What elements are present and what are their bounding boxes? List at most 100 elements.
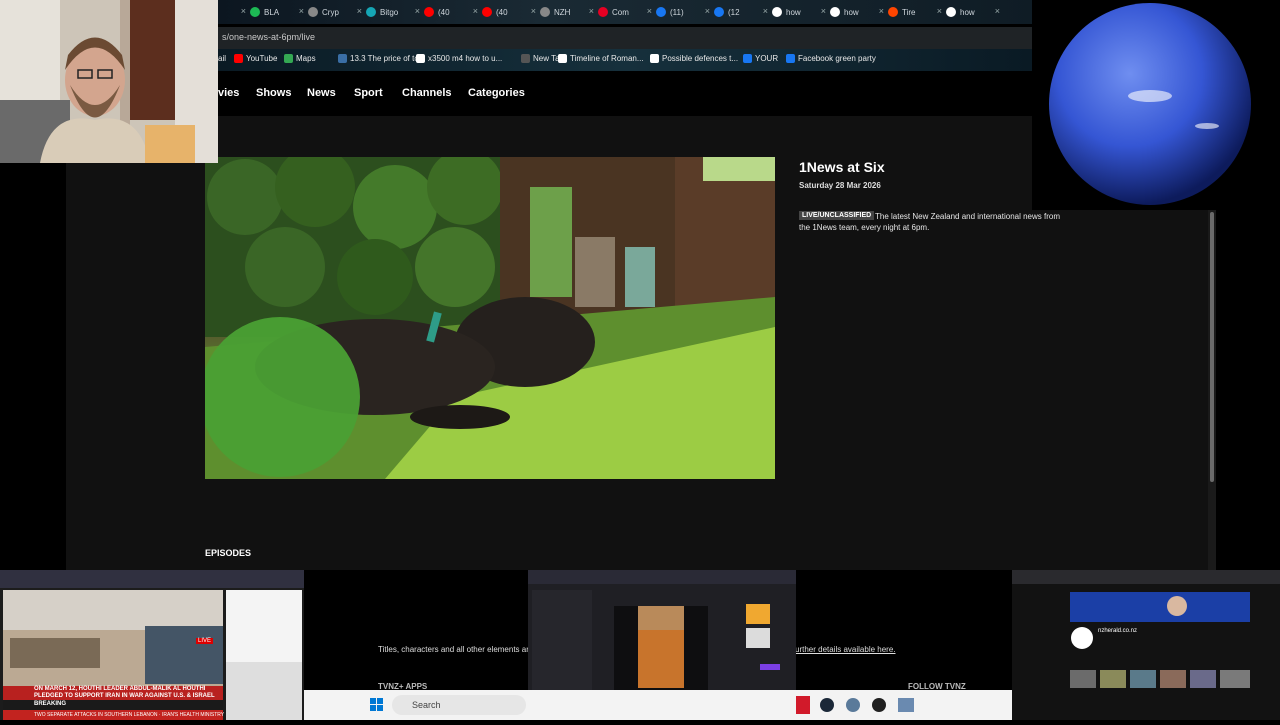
bookmark-item[interactable]: Timeline of Roman... [558, 54, 644, 63]
bookmark-label: ail [218, 54, 227, 63]
bookmark-item[interactable]: x3500 m4 how to u... [416, 54, 502, 63]
k-icon [250, 7, 260, 17]
browser-tab-label: Tire [902, 7, 916, 17]
footer-details-link[interactable]: urther details available here. [795, 645, 896, 654]
close-icon[interactable]: × [357, 6, 362, 16]
browser-tab-label: Com [612, 7, 629, 17]
webcam-overlay [0, 0, 218, 163]
nav-categories[interactable]: Categories [468, 87, 525, 99]
browser-tab-label: how [844, 7, 859, 17]
news-ticker-headline: ON MARCH 12, HOUTHI LEADER ABDUL-MALIK A… [34, 686, 215, 699]
facebook-icon [714, 7, 724, 17]
bookmarks-bar: ail YouTube Maps 13.3 The price of to... x35… [218, 49, 1032, 71]
browser-tab[interactable]: how × [772, 3, 826, 21]
close-icon[interactable]: × [879, 6, 884, 16]
globe-icon [540, 7, 550, 17]
youtube-icon [482, 7, 492, 17]
close-icon[interactable]: × [473, 6, 478, 16]
browser-tab[interactable]: Bitgo × [366, 3, 420, 21]
browser-tab-label: how [786, 7, 801, 17]
neptune-overlay [1032, 0, 1280, 210]
nav-sport[interactable]: Sport [354, 87, 383, 99]
close-icon[interactable]: × [531, 6, 536, 16]
bookmark-item[interactable]: ail [218, 54, 226, 63]
bookmark-item[interactable]: YOUR [743, 54, 778, 63]
bookmark-item[interactable]: Facebook green party [786, 54, 876, 63]
browser-tab[interactable]: Tire × [888, 3, 942, 21]
cl-icon [650, 54, 659, 63]
youtube-icon [234, 54, 243, 63]
gear-icon [308, 7, 318, 17]
close-icon[interactable]: × [415, 6, 420, 16]
address-url[interactable]: s/one-news-at-6pm/live [222, 32, 315, 42]
browser-tab-bar: × BLA × Cryp × Bitgo × (40 × (40 × NZH × Com × (11) × (12… [218, 0, 1032, 24]
scrollbar-thumb[interactable] [1210, 212, 1214, 482]
bookmark-label: Maps [296, 54, 316, 63]
nav-movies[interactable]: vies [218, 87, 239, 99]
bookmark-item[interactable]: 13.3 The price of to... [338, 54, 425, 63]
bookmark-label: Possible defences t... [662, 54, 739, 63]
browser-tab[interactable]: Cryp × [308, 3, 362, 21]
neptune-image [1049, 3, 1251, 205]
browser-tab[interactable]: (11) × [656, 3, 710, 21]
taskbar-search-label[interactable]: Search [412, 700, 441, 710]
taskbar-search[interactable]: Search [392, 695, 526, 715]
nav-shows[interactable]: Shows [256, 87, 291, 99]
browser-tab-label: Bitgo [380, 7, 399, 17]
episodes-heading: EPISODES [205, 548, 252, 558]
google-icon [416, 54, 425, 63]
browser-tab-label: how [960, 7, 975, 17]
site-nav: vies Shows News Sport Channels Categorie… [218, 72, 1032, 116]
close-icon[interactable]: × [763, 6, 768, 16]
google-icon [946, 7, 956, 17]
youtube-icon [424, 7, 434, 17]
browser-tab[interactable]: (40 × [424, 3, 478, 21]
close-icon[interactable]: × [241, 6, 246, 16]
bookmark-label: YouTube [246, 54, 278, 63]
close-icon[interactable]: × [937, 6, 942, 16]
browser-tab[interactable]: how × [830, 3, 884, 21]
nzherald-thumbnail-frame [1012, 570, 1280, 720]
content-area-right [1032, 210, 1208, 570]
s-icon [366, 7, 376, 17]
browser-tab-label: (40 [496, 7, 508, 17]
address-bar[interactable]: s/one-news-at-6pm/live [218, 27, 1032, 49]
browser-tab-label: (40 [438, 7, 450, 17]
browser-tab-label: (11) [670, 7, 684, 17]
bookmark-label: Timeline of Roman... [570, 54, 644, 63]
browser-tab[interactable]: × [218, 3, 246, 21]
close-icon[interactable]: × [589, 6, 594, 16]
maps-icon [284, 54, 293, 63]
browser-tab[interactable]: Com × [598, 3, 652, 21]
nzherald-thumbnail: nzherald.co.nz [1012, 570, 1280, 720]
browser-tab[interactable]: (40 × [482, 3, 536, 21]
browser-tab-label: NZH [554, 7, 571, 17]
close-icon[interactable]: × [995, 6, 1000, 16]
browser-tab[interactable]: (12 × [714, 3, 768, 21]
nav-news[interactable]: News [307, 87, 336, 99]
browser-tab-label: Cryp [322, 7, 339, 17]
bookmark-item[interactable]: YouTube [234, 54, 277, 63]
browser-tab-label: BLA [264, 7, 280, 17]
reddit-icon [888, 7, 898, 17]
nzherald-domain: nzherald.co.nz [1098, 628, 1138, 634]
video-player[interactable] [205, 157, 775, 479]
show-description: The latest New Zealand and international… [799, 212, 1060, 232]
facebook-icon [786, 54, 795, 63]
browser-tab[interactable]: how × [946, 3, 1000, 21]
webcam-frame [0, 0, 218, 163]
nav-channels[interactable]: Channels [402, 87, 452, 99]
close-icon[interactable]: × [705, 6, 710, 16]
bookmark-label: YOUR [755, 54, 779, 63]
bookmark-item[interactable]: Maps [284, 54, 316, 63]
bookmark-item[interactable]: Possible defences t... [650, 54, 738, 63]
close-icon[interactable]: × [647, 6, 652, 16]
close-icon[interactable]: × [299, 6, 304, 16]
browser-tab[interactable]: NZH × [540, 3, 594, 21]
google-icon [830, 7, 840, 17]
news-ticker-breaking: BREAKING [34, 701, 67, 707]
bookmark-label: 13.3 The price of to... [350, 54, 426, 63]
close-icon[interactable]: × [821, 6, 826, 16]
browser-tab[interactable]: BLA × [250, 3, 304, 21]
news-thumbnail: ON MARCH 12, HOUTHI LEADER ABDUL-MALIK A… [0, 570, 304, 720]
